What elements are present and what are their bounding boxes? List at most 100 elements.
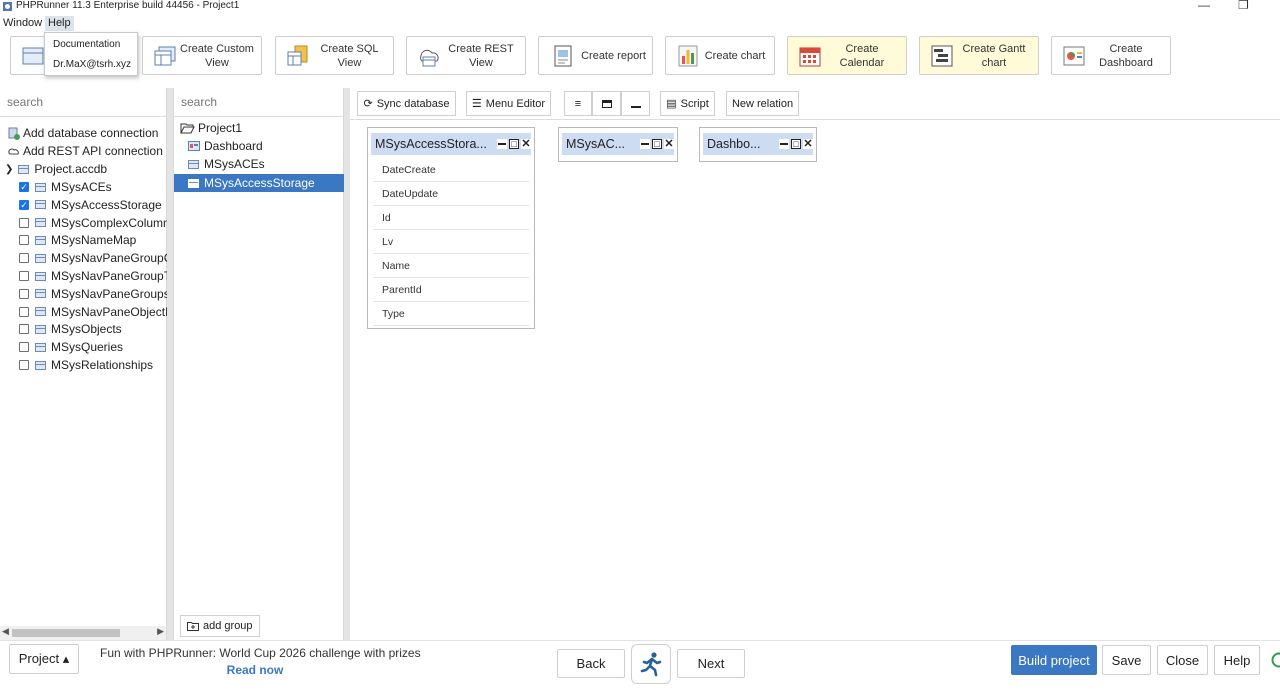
close-icon[interactable]: ✕ <box>803 139 813 150</box>
mid-search-input[interactable] <box>174 88 343 116</box>
horizontal-scrollbar[interactable]: ◀ ▶ <box>0 626 166 640</box>
entity-field[interactable]: ParentId <box>373 278 529 302</box>
project-node[interactable]: Project1 <box>180 119 242 137</box>
minimize-icon[interactable] <box>779 139 789 149</box>
designer-canvas[interactable]: ⟳ Sync database ☰ Menu Editor ≡ ▤ Script… <box>350 88 1280 640</box>
menu-bar: Window Help <box>0 15 1280 32</box>
close-icon[interactable]: ✕ <box>521 139 531 150</box>
restore-icon[interactable]: □ <box>791 139 801 149</box>
restore-icon[interactable]: □ <box>509 139 519 149</box>
msysaces-item-label: MSysACEs <box>204 157 265 171</box>
table-row[interactable]: MSysQueries <box>19 338 123 356</box>
create-rest-view-button[interactable]: Create REST View <box>406 36 526 75</box>
project-item-dashboard[interactable]: Dashboard <box>188 137 263 155</box>
checkbox[interactable] <box>19 360 29 370</box>
create-custom-view-button[interactable]: Create Custom View <box>142 36 262 75</box>
table-row[interactable]: MSysComplexColumns <box>19 214 176 232</box>
save-button[interactable]: Save <box>1102 645 1151 675</box>
create-sql-view-button[interactable]: Create SQL View <box>275 36 394 75</box>
add-group-button[interactable]: add group <box>180 615 260 637</box>
help-button[interactable]: Help <box>1214 645 1260 675</box>
scrollbar-thumb[interactable] <box>12 629 120 637</box>
promo-read-now-link[interactable]: Read now <box>100 663 460 677</box>
entity-header[interactable]: Dashbo... □ ✕ <box>703 133 813 155</box>
left-search-input[interactable] <box>0 88 166 116</box>
entity-field[interactable]: Type <box>373 302 529 326</box>
next-button[interactable]: Next <box>677 649 745 678</box>
new-relation-button[interactable]: New relation <box>726 91 799 116</box>
sync-database-button[interactable]: ⟳ Sync database <box>357 91 456 116</box>
table-icon <box>22 47 44 65</box>
create-report-button[interactable]: Create report <box>538 36 653 75</box>
checkbox[interactable] <box>19 253 29 264</box>
checkbox-checked[interactable]: ✓ <box>19 182 29 192</box>
create-dashboard-button[interactable]: Create Dashboard <box>1051 36 1171 75</box>
menu-editor-button[interactable]: ☰ Menu Editor <box>466 91 551 116</box>
restore-button[interactable]: ❐ <box>1238 0 1249 12</box>
table-row[interactable]: ✓ MSysAccessStorage <box>19 196 162 214</box>
add-rest-label: Add REST API connection <box>23 144 163 158</box>
list-view-button[interactable]: ≡ <box>564 91 592 116</box>
footer-bar: Project ▴ Fun with PHPRunner: World Cup … <box>0 640 1280 690</box>
entity-field[interactable]: Id <box>373 206 529 230</box>
mid-search-box <box>174 88 343 117</box>
chevron-down-icon[interactable]: ❯ <box>5 164 13 175</box>
menu-item-user-email[interactable]: Dr.MaX@tsrh.xyz <box>53 59 131 70</box>
run-button[interactable] <box>631 644 671 684</box>
add-database-connection[interactable]: Add database connection <box>7 124 158 142</box>
table-row[interactable]: ✓ MSysACEs <box>19 178 112 196</box>
panel-splitter-left[interactable] <box>167 88 173 640</box>
create-chart-button[interactable]: Create chart <box>665 36 775 75</box>
entity-msysaces[interactable]: MSysAC... □ ✕ <box>558 127 678 162</box>
collapse-view-button[interactable] <box>621 91 650 116</box>
build-project-button[interactable]: Build project <box>1011 645 1097 675</box>
back-button[interactable]: Back <box>557 649 625 678</box>
minimize-icon[interactable] <box>640 139 650 149</box>
card-view-button[interactable] <box>592 91 621 116</box>
checkbox[interactable] <box>19 306 29 317</box>
entity-header[interactable]: MSysAccessStora... □ ✕ <box>371 133 531 155</box>
minimize-button[interactable]: — <box>1198 0 1210 12</box>
create-gantt-chart-button[interactable]: Create Gantt chart <box>919 36 1039 75</box>
table-icon <box>35 253 46 263</box>
table-row[interactable]: MSysNameMap <box>19 231 136 249</box>
table-row[interactable]: MSysNavPaneGroups <box>19 285 170 303</box>
project-item-msysaccessstorage[interactable]: MSysAccessStorage <box>174 174 344 192</box>
entity-field[interactable]: DateCreate <box>373 158 529 182</box>
script-button[interactable]: ▤ Script <box>660 91 715 116</box>
entity-msysaccessstorage[interactable]: MSysAccessStora... □ ✕ DateCreate DateUp… <box>367 127 535 329</box>
checkbox-checked[interactable]: ✓ <box>19 199 29 210</box>
table-row[interactable]: MSysRelationships <box>19 356 153 374</box>
calendar-icon <box>799 47 821 67</box>
project-menu-button[interactable]: Project ▴ <box>9 644 79 674</box>
table-row[interactable]: MSysObjects <box>19 320 122 338</box>
close-button[interactable]: Close <box>1157 645 1208 675</box>
entity-field[interactable]: Name <box>373 254 529 278</box>
promo-text: Fun with PHPRunner: World Cup 2026 chall… <box>100 646 421 660</box>
database-node[interactable]: ❯ Project.accdb <box>5 160 107 178</box>
checkbox[interactable] <box>19 235 29 246</box>
checkbox[interactable] <box>19 271 29 281</box>
checkbox[interactable] <box>19 217 29 228</box>
entity-dashboard[interactable]: Dashbo... □ ✕ <box>699 127 817 162</box>
project-item-msysaces[interactable]: MSysACEs <box>188 155 265 173</box>
entity-field[interactable]: Lv <box>373 230 529 254</box>
entity-header[interactable]: MSysAC... □ ✕ <box>562 133 674 155</box>
dashboard-icon <box>1063 46 1085 66</box>
scroll-right-icon[interactable]: ▶ <box>157 626 164 637</box>
restore-icon[interactable]: □ <box>652 139 662 149</box>
table-row[interactable]: MSysNavPaneObjectIDs <box>19 303 183 321</box>
menu-window[interactable]: Window <box>0 16 45 31</box>
menu-item-documentation[interactable]: Documentation <box>53 39 120 50</box>
checkbox[interactable] <box>19 288 29 299</box>
close-icon[interactable]: ✕ <box>664 139 674 150</box>
add-rest-api-connection[interactable]: Add REST API connection <box>7 142 163 160</box>
create-calendar-button[interactable]: Create Calendar <box>787 36 907 75</box>
checkbox[interactable] <box>19 324 29 335</box>
checkbox[interactable] <box>19 342 29 353</box>
scroll-left-icon[interactable]: ◀ <box>2 626 9 637</box>
table-icon <box>188 159 199 169</box>
entity-field[interactable]: DateUpdate <box>373 182 529 206</box>
minimize-icon[interactable] <box>497 139 507 149</box>
menu-help[interactable]: Help <box>45 16 74 31</box>
